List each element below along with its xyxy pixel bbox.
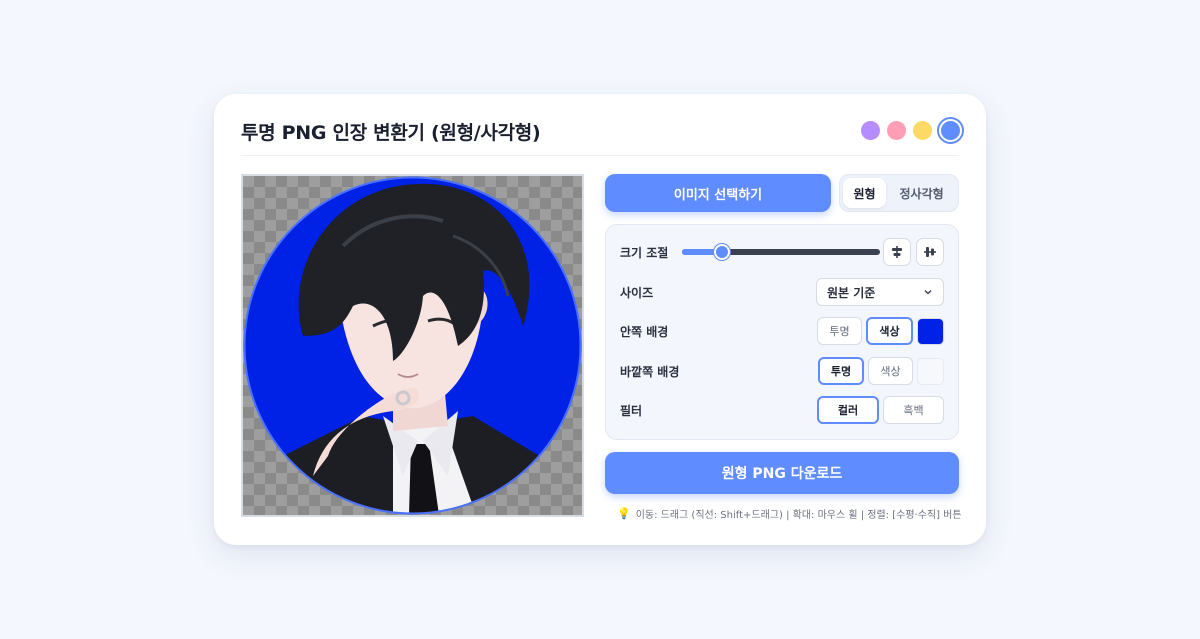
select-image-button[interactable]: 이미지 선택하기 xyxy=(605,174,831,212)
size-preset-value: 원본 기준 xyxy=(827,285,876,300)
size-preset-row: 사이즈 원본 기준 xyxy=(620,277,944,307)
tab-square[interactable]: 정사각형 xyxy=(888,178,955,208)
filter-color-option[interactable]: 컬러 xyxy=(817,396,879,424)
size-adjust-label: 크기 조절 xyxy=(620,245,669,260)
align-horizontal-center-icon xyxy=(892,246,902,258)
theme-dot-yellow[interactable] xyxy=(913,121,932,140)
converter-card: 투명 PNG 인장 변환기 (원형/사각형) 이미지 선택하기 원형 정사각형 … xyxy=(214,94,986,545)
theme-dot-purple[interactable] xyxy=(861,121,880,140)
inner-bg-color-option[interactable]: 색상 xyxy=(866,317,913,345)
size-preset-label: 사이즈 xyxy=(620,285,654,300)
align-vertical-center-icon xyxy=(924,247,936,257)
settings-panel: 크기 조절 사이즈 원본 기준 안쪽 배경 투명 색상 바깥쪽 배경 투명 색상… xyxy=(605,224,959,440)
inner-bg-label: 안쪽 배경 xyxy=(620,324,669,339)
chevron-down-icon xyxy=(924,290,932,295)
theme-color-picker xyxy=(861,119,962,142)
align-vertical-center-button[interactable] xyxy=(916,238,944,266)
inner-bg-transparent-option[interactable]: 투명 xyxy=(817,317,862,345)
download-png-button[interactable]: 원형 PNG 다운로드 xyxy=(605,452,959,494)
app-title: 투명 PNG 인장 변환기 (원형/사각형) xyxy=(241,122,541,144)
theme-dot-blue[interactable] xyxy=(939,119,962,142)
inner-bg-color-swatch[interactable] xyxy=(917,317,944,345)
outer-bg-transparent-option[interactable]: 투명 xyxy=(818,357,864,385)
outer-bg-label: 바깥쪽 배경 xyxy=(620,364,680,379)
size-preset-select[interactable]: 원본 기준 xyxy=(816,278,944,306)
lightbulb-icon: 💡 xyxy=(617,507,631,520)
size-slider-handle[interactable] xyxy=(713,244,730,260)
image-preview-canvas[interactable] xyxy=(241,174,584,517)
usage-hint-text: 이동: 드래그 (직선: Shift+드래그) | 확대: 마우스 휠 | 정렬… xyxy=(635,510,962,521)
shape-toggle: 원형 정사각형 xyxy=(839,174,959,212)
outer-bg-color-option[interactable]: 색상 xyxy=(868,357,913,385)
header-divider xyxy=(241,155,959,156)
size-adjust-row: 크기 조절 xyxy=(620,237,944,267)
filter-row: 필터 컬러 흑백 xyxy=(620,395,944,425)
size-slider[interactable] xyxy=(682,244,880,260)
tab-circle[interactable]: 원형 xyxy=(843,178,887,208)
usage-hint: 💡 이동: 드래그 (직선: Shift+드래그) | 확대: 마우스 휠 | … xyxy=(617,506,962,521)
filter-label: 필터 xyxy=(620,403,643,418)
inner-bg-row: 안쪽 배경 투명 색상 xyxy=(620,316,944,346)
filter-grayscale-option[interactable]: 흑백 xyxy=(883,396,944,424)
outer-bg-color-swatch[interactable] xyxy=(917,357,944,385)
align-horizontal-center-button[interactable] xyxy=(883,238,911,266)
portrait-image xyxy=(243,176,582,515)
theme-dot-pink[interactable] xyxy=(887,121,906,140)
outer-bg-row: 바깥쪽 배경 투명 색상 xyxy=(620,356,944,386)
